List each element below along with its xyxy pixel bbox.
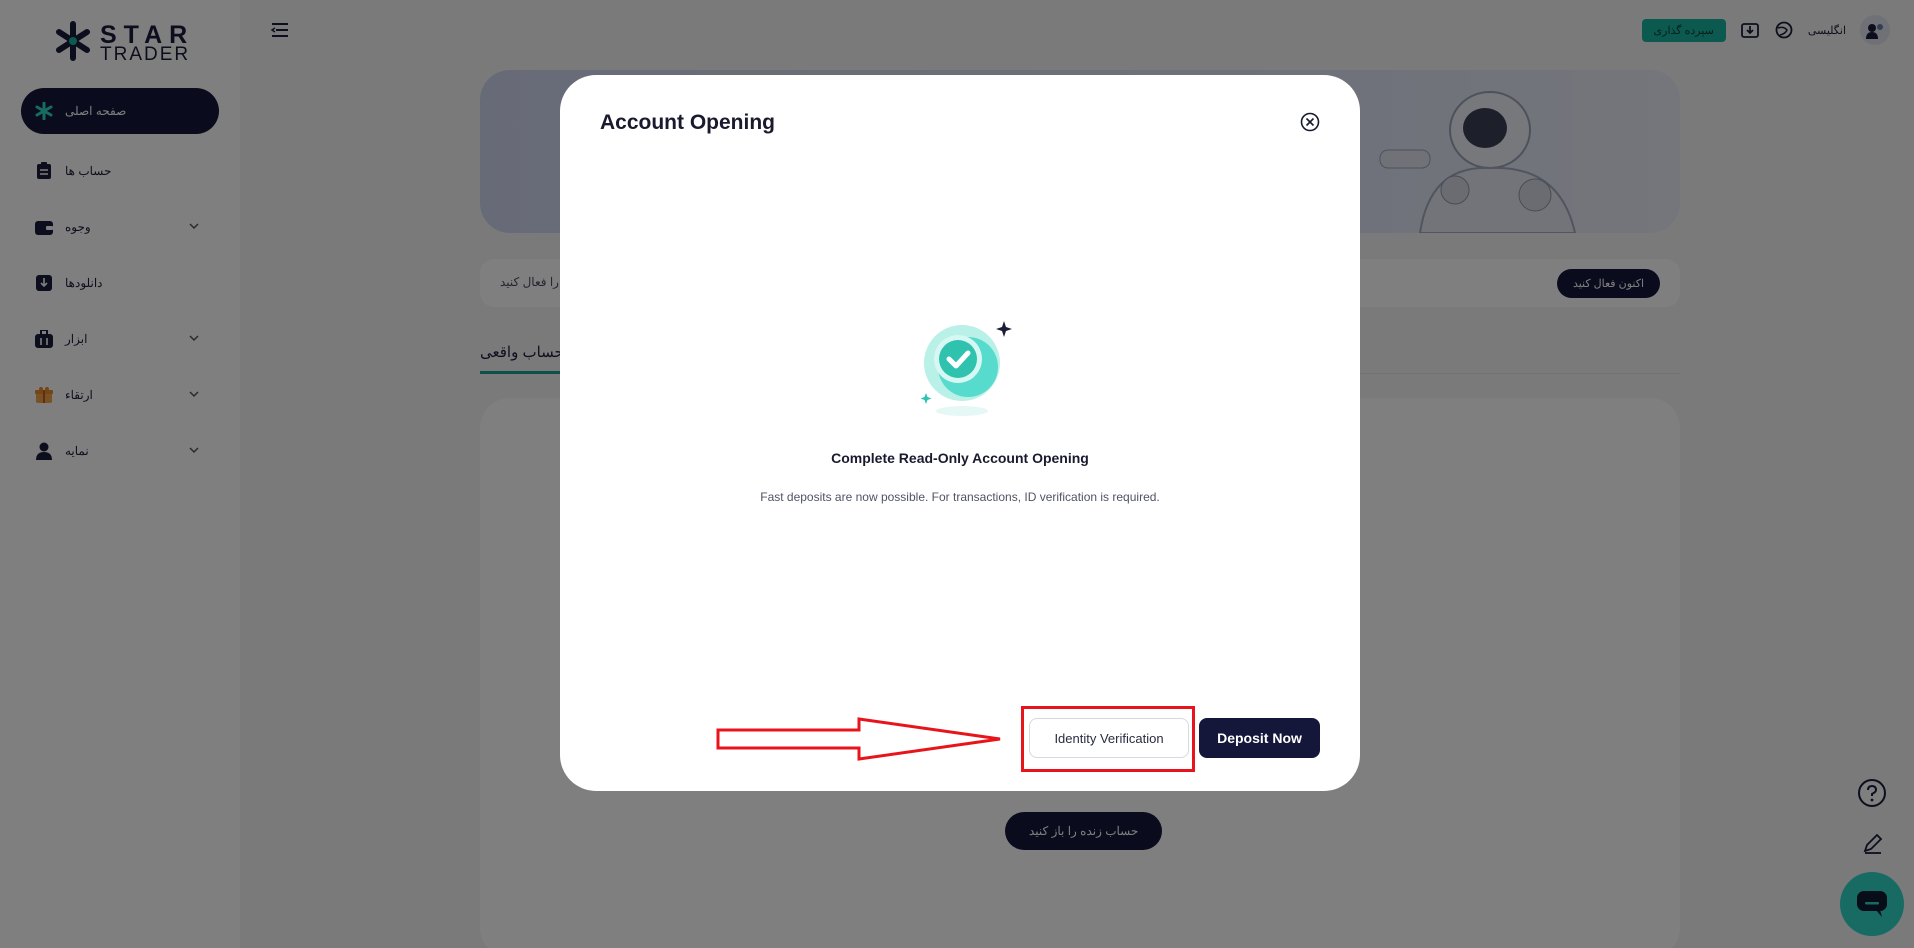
close-icon[interactable] xyxy=(1300,112,1320,132)
annotation-arrow xyxy=(716,717,1001,761)
deposit-now-button[interactable]: Deposit Now xyxy=(1199,718,1320,758)
success-check-icon xyxy=(920,321,1012,416)
annotation-highlight-box xyxy=(1021,706,1195,772)
modal-title: Account Opening xyxy=(600,111,775,134)
modal-heading: Complete Read-Only Account Opening xyxy=(831,450,1089,466)
modal-description: Fast deposits are now possible. For tran… xyxy=(760,490,1160,504)
account-opening-modal: Account Opening Complete Read-Only Accou… xyxy=(560,75,1360,791)
